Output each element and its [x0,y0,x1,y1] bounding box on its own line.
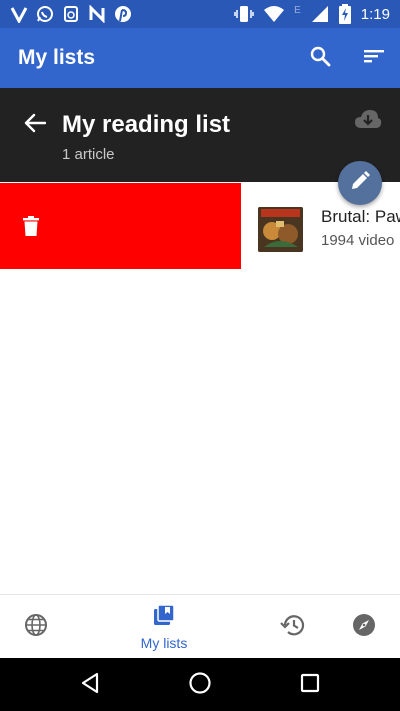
search-icon [309,45,331,72]
circle-home-icon [188,671,212,700]
globe-icon [24,613,48,642]
article-list-row[interactable]: Brutal: Paw 1994 video [0,183,400,269]
reading-list-header: My reading list 1 article [0,88,400,182]
list-article-count: 1 article [62,146,115,163]
back-button[interactable] [22,112,48,138]
cloud-download-icon [354,109,382,134]
pinterest-icon [114,5,132,23]
system-home-button[interactable] [187,671,213,700]
bottom-navigation: My lists [0,594,400,658]
nav-explore[interactable] [16,595,56,659]
edit-list-button[interactable] [338,161,382,205]
history-icon [280,613,306,642]
n-app-icon [88,5,106,23]
vibrate-icon [234,5,254,23]
signal-icon [311,5,329,23]
app-title: My lists [18,46,96,69]
nav-my-lists[interactable]: My lists [124,595,204,659]
list-title: My reading list [62,111,231,138]
network-type-label: E [294,4,301,16]
square-recents-icon [299,672,321,699]
compass-icon [352,613,376,642]
reading-lists-icon [152,603,176,632]
trash-icon [22,215,40,237]
nav-history[interactable] [273,595,313,659]
system-recents-button[interactable] [297,672,323,698]
sync-icon [62,5,80,23]
system-navigation-bar [0,658,400,711]
pencil-icon [350,170,370,196]
v-app-icon [10,5,28,23]
app-bar: My lists [0,28,400,88]
article-title: Brutal: Paw [321,207,400,226]
search-button[interactable] [308,46,332,70]
system-back-button[interactable] [77,672,103,698]
battery-charging-icon [338,4,351,24]
article-thumbnail [258,207,303,252]
back-arrow-icon [24,113,47,138]
triangle-back-icon [79,671,101,700]
article-description: 1994 video [321,232,395,249]
wifi-icon [264,6,285,22]
nav-nearby[interactable] [344,595,384,659]
system-status-icons: E 1:19 [234,4,390,24]
sort-button[interactable] [362,46,386,70]
download-button[interactable] [354,109,382,134]
screen: E 1:19 My lists My reading list 1 articl… [0,0,400,711]
sort-icon [363,47,385,70]
status-time: 1:19 [360,5,390,23]
nav-my-lists-label: My lists [140,635,188,651]
status-bar: E 1:19 [0,0,400,28]
swipe-delete-area[interactable] [0,183,241,269]
notification-icons [10,4,132,24]
whatsapp-icon [36,5,54,23]
